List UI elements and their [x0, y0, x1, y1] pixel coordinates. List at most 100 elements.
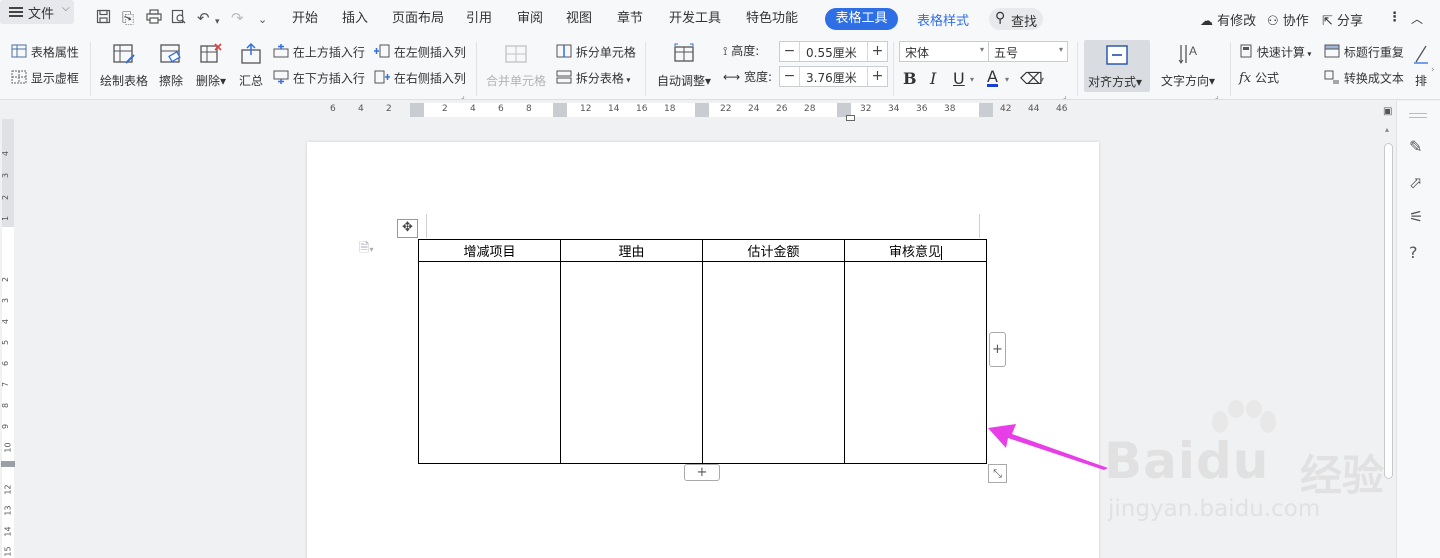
ruler-row-marker[interactable] [1, 461, 15, 467]
height-spinner[interactable]: − 0.55厘米 + [779, 41, 888, 62]
save-icon[interactable] [96, 9, 111, 28]
auto-fit-label-text: 自动调整 [656, 74, 705, 88]
table-header-cell[interactable]: 估计金额 [702, 239, 845, 262]
highlight-dropdown-icon[interactable]: ▾ [1040, 75, 1044, 84]
tab-references[interactable]: 引用 [466, 10, 492, 28]
table-header-cell-active[interactable]: 审核意见 [844, 239, 987, 262]
table-cell[interactable] [560, 261, 703, 464]
table-cell[interactable] [702, 261, 845, 464]
file-menu-button[interactable]: 文件 ⌵ [0, 0, 74, 24]
font-color-icon[interactable]: A [987, 69, 998, 87]
more-options-icon[interactable]: ⋮ [1388, 10, 1401, 25]
ruler-column-marker[interactable] [410, 103, 424, 117]
redo-icon[interactable]: ↷ [231, 9, 244, 27]
ruler-tick: 36 [916, 104, 928, 114]
font-size-select[interactable]: 五号 ▾ [988, 41, 1068, 62]
split-cells-button[interactable]: 拆分单元格 [556, 44, 636, 62]
erase-button[interactable]: 擦除 [155, 42, 187, 89]
tab-view[interactable]: 视图 [566, 10, 592, 28]
scroll-up-icon[interactable]: ▴ [1385, 125, 1389, 134]
quick-calc-button[interactable]: 快速计算 ▾ [1239, 44, 1311, 63]
panel-icon[interactable]: ▣ [1383, 106, 1392, 117]
select-cursor-icon[interactable]: ⬀ [1409, 173, 1422, 192]
bold-icon[interactable]: B [903, 69, 917, 88]
ruler-column-marker[interactable] [979, 103, 993, 117]
table-properties-label: 表格属性 [30, 45, 79, 60]
tab-home[interactable]: 开始 [292, 10, 318, 28]
alignment-button[interactable]: 对齐方式▾ [1084, 40, 1150, 92]
width-increase-button[interactable]: + [867, 67, 887, 86]
pen-edit-icon[interactable]: ✎ [1409, 137, 1422, 156]
print-icon[interactable] [146, 9, 162, 28]
insert-row-below-button[interactable]: 在下方插入行 [273, 70, 365, 88]
customize-toolbar-icon[interactable]: ⌄ [258, 11, 267, 29]
horizontal-ruler[interactable]: 6 4 2 2 4 6 8 12 14 16 18 22 24 26 28 32… [0, 101, 1380, 121]
share-button[interactable]: ⇱ 分享 [1322, 10, 1363, 29]
document-page[interactable]: ✥ 🗎▾ 增减项目 理由 估计金额 审核意见 + + ⤡ [307, 142, 1099, 558]
tab-table-style[interactable]: 表格样式 [917, 10, 969, 29]
paste-format-icon[interactable]: ⎘ [122, 9, 134, 27]
ruler-tick: 13 [3, 505, 13, 516]
table-move-handle-icon[interactable]: ✥ [397, 219, 418, 238]
table-header-cell[interactable]: 增减项目 [418, 239, 561, 262]
width-decrease-button[interactable]: − [780, 67, 800, 86]
summary-button[interactable]: 汇总 [236, 42, 266, 89]
insert-col-right-button[interactable]: 在右侧插入列 [374, 70, 466, 88]
table-cell[interactable] [844, 261, 987, 464]
header-repeat-button[interactable]: 标题行重复 [1324, 44, 1404, 62]
ruler-tick: 12 [580, 104, 592, 114]
paragraph-options-icon[interactable]: 🗎▾ [359, 239, 373, 261]
text-direction-button[interactable]: A 文字方向▾ [1157, 42, 1219, 89]
show-gridlines-button[interactable]: 显示虚框 [11, 70, 79, 88]
font-size-value: 五号 [994, 46, 1019, 60]
tab-developer[interactable]: 开发工具 [669, 10, 721, 28]
document-table[interactable]: 增减项目 理由 估计金额 审核意见 [418, 239, 987, 464]
draw-table-button[interactable]: 绘制表格 [98, 42, 150, 89]
tab-insert[interactable]: 插入 [342, 10, 368, 28]
underline-icon[interactable]: U [953, 69, 965, 88]
collapse-ribbon-icon[interactable]: ︿ [1411, 10, 1423, 27]
tab-page-layout[interactable]: 页面布局 [392, 10, 444, 28]
font-color-dropdown-icon[interactable]: ▾ [1005, 75, 1009, 84]
ruler-column-marker[interactable] [553, 103, 567, 117]
formula-button[interactable]: fx 公式 [1239, 70, 1279, 87]
add-column-button[interactable]: + [989, 332, 1006, 367]
tab-chapter[interactable]: 章节 [617, 10, 643, 28]
tab-table-tools[interactable]: 表格工具 [825, 8, 898, 30]
italic-icon[interactable]: I [930, 69, 936, 88]
insert-col-left-button[interactable]: 在左侧插入列 [374, 44, 466, 62]
insert-row-above-button[interactable]: 在上方插入行 [273, 44, 365, 62]
print-preview-icon[interactable] [171, 9, 186, 28]
height-increase-button[interactable]: + [867, 42, 887, 61]
undo-icon[interactable]: ↶ [197, 9, 210, 27]
height-value[interactable]: 0.55厘米 [806, 44, 857, 61]
table-properties-button[interactable]: 表格属性 [11, 44, 79, 62]
sort-button[interactable]: 排 [1411, 42, 1431, 89]
auto-fit-button[interactable]: 自动调整▾ [653, 42, 715, 89]
undo-dropdown-icon[interactable]: ▾ [215, 13, 220, 31]
modified-status[interactable]: ☁ 有修改 [1200, 10, 1256, 29]
settings-sliders-icon[interactable]: ⚟ [1409, 207, 1423, 226]
height-decrease-button[interactable]: − [780, 42, 800, 61]
add-row-button[interactable]: + [684, 464, 720, 481]
tab-special[interactable]: 特色功能 [746, 10, 798, 28]
width-value[interactable]: 3.76厘米 [806, 69, 857, 86]
width-spinner[interactable]: − 3.76厘米 + [779, 66, 888, 87]
table-cell[interactable] [418, 261, 561, 464]
tab-review[interactable]: 审阅 [517, 10, 543, 28]
help-icon[interactable]: ? [1409, 243, 1418, 262]
search-button[interactable]: ⚲ 查找 [989, 8, 1043, 30]
table-header-cell[interactable]: 理由 [560, 239, 703, 262]
collab-button[interactable]: ⚇ 协作 [1267, 10, 1309, 29]
alignment-label-text: 对齐方式 [1088, 75, 1137, 89]
indent-marker[interactable] [846, 115, 855, 121]
ribbon-scroll-right-icon[interactable]: › [1431, 62, 1435, 78]
delete-button[interactable]: 删除▾ [192, 42, 230, 89]
font-family-select[interactable]: 宋体 ▾ [899, 41, 989, 62]
ruler-column-marker[interactable] [695, 103, 709, 117]
vertical-ruler[interactable]: 4 3 2 1 2 3 4 5 6 7 8 9 10 12 13 14 15 [0, 119, 16, 558]
underline-dropdown-icon[interactable]: ▾ [970, 75, 974, 84]
merge-cells-button[interactable]: 合并单元格 [484, 42, 548, 89]
convert-text-button[interactable]: 转换成文本 [1324, 70, 1404, 88]
split-table-button[interactable]: 拆分表格 ▾ [556, 70, 630, 89]
